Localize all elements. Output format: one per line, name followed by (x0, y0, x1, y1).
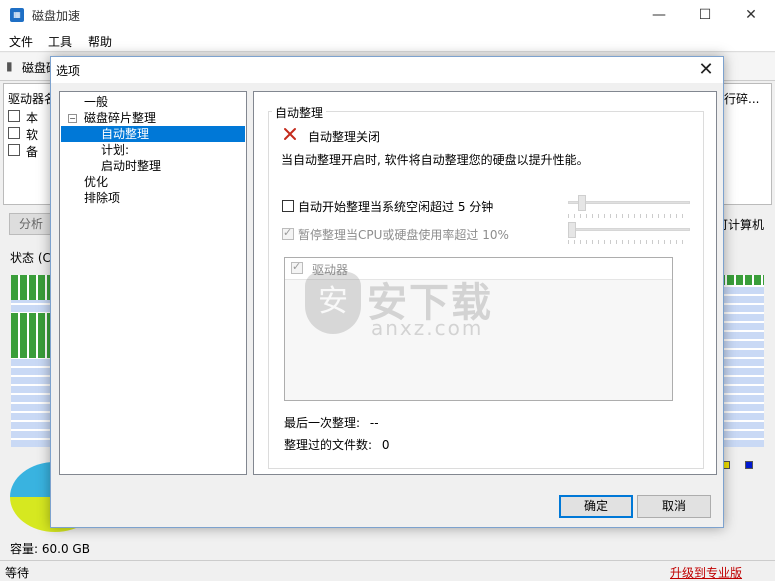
idle-slider-track[interactable] (568, 201, 690, 204)
cluster-map-right (718, 275, 764, 447)
tree-item-optimize[interactable]: 优化 (84, 174, 108, 190)
disabled-x-icon (284, 128, 296, 140)
cluster-block-used (11, 275, 53, 300)
tree-item-boot-defrag[interactable]: 启动时整理 (101, 158, 161, 174)
cluster-block-used (718, 275, 764, 285)
last-defrag-value: -- (369, 416, 379, 430)
app-icon: ▦ (10, 8, 24, 22)
upgrade-link[interactable]: 升级到专业版 (670, 564, 742, 581)
ok-button[interactable]: 确定 (559, 495, 633, 518)
menu-tools[interactable]: 工具 (48, 33, 72, 50)
auto-defrag-status: 自动整理关闭 (308, 130, 381, 144)
tree-item-exclusions[interactable]: 排除项 (84, 190, 120, 206)
tree-item-schedule[interactable]: 计划: (101, 142, 129, 158)
idle-slider-thumb[interactable] (578, 195, 586, 211)
main-title-bar: ▦ 磁盘加速 — ☐ ✕ (0, 0, 775, 30)
settings-panel: 自动整理 自动整理关闭 当自动整理开启时, 软件将自动整理您的硬盘以提升性能。 … (253, 91, 717, 475)
drive-list-header: 驱动器名 (8, 92, 57, 106)
legend-swatch-blue (745, 461, 753, 469)
files-defragged-value: 0 (381, 438, 390, 452)
cluster-map-left (11, 275, 53, 447)
cpu-slider-ticks (568, 240, 688, 244)
drives-select-all-checkbox[interactable] (291, 260, 303, 274)
group-title: 自动整理 (272, 104, 327, 121)
cpu-pause-checkbox[interactable] (282, 226, 294, 240)
minimize-button[interactable]: — (636, 0, 682, 30)
idle-start-checkbox[interactable] (282, 200, 294, 212)
dialog-title-bar: 选项 ✕ (51, 57, 723, 83)
idle-start-label[interactable]: 自动开始整理当系统空闲超过 5 分钟 (298, 198, 493, 215)
watermark: 安 安下载 anxz.com (305, 272, 525, 342)
drive-label: 软 (26, 128, 39, 142)
tree-item-general[interactable]: 一般 (84, 94, 108, 110)
watermark-subtext: anxz.com (371, 316, 484, 340)
files-defragged-label: 整理过的文件数: (284, 438, 373, 452)
status-label: 状态 (C: (10, 251, 55, 265)
drive-list-header-right: 行碎... (724, 92, 760, 106)
tree-item-defrag[interactable]: 磁盘碎片整理 (84, 110, 156, 126)
options-tree: 一般 − 磁盘碎片整理 自动整理 计划: 启动时整理 优化 排除项 (59, 91, 247, 475)
maximize-button[interactable]: ☐ (682, 0, 728, 30)
drives-list-header: 驱动器 (285, 258, 672, 280)
files-defragged-row: 整理过的文件数: 0 (284, 436, 390, 453)
cpu-slider-track[interactable] (568, 228, 690, 231)
toolbar-icon: ▮ (6, 59, 13, 73)
cancel-button[interactable]: 取消 (637, 495, 711, 518)
status-bar-text: 等待 (5, 566, 30, 580)
menu-help[interactable]: 帮助 (88, 33, 112, 50)
cpu-pause-label[interactable]: 暂停整理当CPU或硬盘使用率超过 10% (298, 226, 509, 243)
drive-label: 本 (26, 111, 39, 125)
cluster-block-used (11, 313, 53, 358)
last-defrag-row: 最后一次整理: -- (284, 414, 379, 431)
analyze-button[interactable]: 分析 (9, 213, 53, 235)
status-bar: 等待 升级到专业版 (0, 560, 775, 581)
options-dialog: 选项 ✕ 一般 − 磁盘碎片整理 自动整理 计划: 启动时整理 优化 排除项 自… (50, 56, 724, 528)
main-window-title: 磁盘加速 (32, 9, 81, 23)
collapse-icon[interactable]: − (68, 114, 77, 123)
tree-item-auto-defrag-label: 自动整理 (101, 127, 150, 141)
capacity-label: 容量: 60.0 GB (10, 542, 90, 556)
drives-listview[interactable]: 驱动器 安 安下载 anxz.com (284, 257, 673, 401)
auto-defrag-description: 当自动整理开启时, 软件将自动整理您的硬盘以提升性能。 (281, 153, 589, 167)
idle-slider-ticks (568, 214, 688, 218)
drive-checkbox[interactable] (8, 144, 20, 156)
drives-column-header[interactable]: 驱动器 (312, 261, 348, 278)
drive-checkbox[interactable] (8, 110, 20, 122)
close-window-button[interactable]: ✕ (728, 0, 774, 30)
drive-label: 备 (26, 145, 39, 159)
last-defrag-label: 最后一次整理: (284, 416, 361, 430)
drive-checkbox[interactable] (8, 127, 20, 139)
tree-item-auto-defrag[interactable]: 自动整理 (61, 126, 245, 142)
cpu-slider-thumb[interactable] (568, 222, 576, 238)
dialog-close-button[interactable]: ✕ (695, 59, 717, 81)
watermark-shield-icon: 安 (305, 272, 361, 334)
menu-bar: 文件 工具 帮助 (0, 30, 775, 52)
dialog-title: 选项 (56, 64, 81, 78)
menu-file[interactable]: 文件 (9, 33, 33, 50)
